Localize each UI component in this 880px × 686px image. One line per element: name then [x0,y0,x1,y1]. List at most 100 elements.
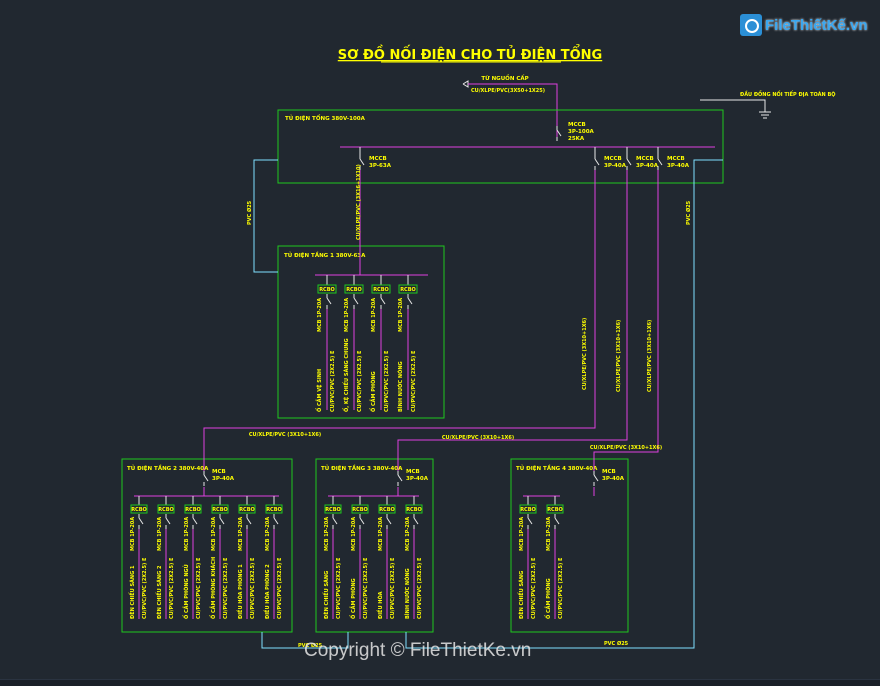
floor3-circuit-load: BÌNH NƯỚC NÓNG [403,568,411,619]
floor3-rcbo-label: RCBO [352,507,368,513]
floor2-rcbo-label: RCBO [266,507,282,513]
floor2-circuit-mcb: MCB 1P-20A [184,517,190,551]
floor3-rcbo-label: RCBO [406,507,422,513]
main-breaker-label: 3P-100A [568,129,595,135]
floor4-breaker-label: MCB [602,469,616,475]
outgoing-breaker-2-blade [594,158,600,166]
floor2-circuit-mcb: MCB 1P-20A [265,517,271,551]
floor1-circuit-cable-label: CU/PVC/PVC (2X2.5) E [330,350,336,412]
floor3-circuit-breaker-blade [386,517,392,525]
floor2-circuit-breaker-blade [165,517,171,525]
floor2-circuit-mcb: MCB 1P-20A [157,517,163,551]
riser-floor4-label: CU/XLPE/PVC (3X10+1X6) [647,320,653,392]
floor1-circuit-cable-label: CU/PVC/PVC (2X2.5) E [357,350,363,412]
floor3-circuit-load: Ổ CẮM PHÒNG [349,578,357,619]
pvc-left-label: PVC Ø25 [246,200,253,225]
floor2-circuit-breaker-blade [192,517,198,525]
copyright-watermark: Copyright © FileThietKe.vn [304,640,532,661]
schematic-canvas: SƠ ĐỒ NỐI ĐIỆN CHO TỦ ĐIỆN TỔNG TỪ NGUỒN… [121,45,836,649]
floor1-circuit-load: Ổ CẮM VỆ SINH [315,369,323,412]
drawing-title: SƠ ĐỒ NỐI ĐIỆN CHO TỦ ĐIỆN TỔNG [338,45,602,63]
floor3-circuit-breaker-blade [359,517,365,525]
floor4-panel-frame [510,458,629,633]
floor1-rcbo-label: RCBO [319,287,335,293]
floor4-panel-title: TỦ ĐIỆN TẦNG 4 380V-40A [516,463,598,472]
floor1-circuit-mcb: MCB 1P-20A [371,298,377,332]
riser-floor3-label: CU/XLPE/PVC (3X10+1X6) [616,320,622,392]
floor2-circuit-breaker-blade [138,517,144,525]
floor1-rcbo-label: RCBO [400,287,416,293]
floor1-circuit-breaker-blade [353,297,359,305]
floor2-circuit-load: Ổ CẮM PHÒNG NGỦ [182,564,190,619]
floor3-circuit-load: ĐÈN CHIẾU SÁNG [322,571,330,619]
floor4-breaker-label: 3P-40A [602,476,625,482]
floor1-circuit-load: BÌNH NƯỚC NÓNG [396,361,404,412]
floor2-circuit-cable-label: CU/PVC/PVC (2X2.5) E [250,557,256,619]
floor1-circuit-load: Ổ, KỆ CHIẾU SÁNG CHUNG [342,338,350,412]
floor4-circuit-cable-label: CU/PVC/PVC (2X2.5) E [531,557,537,619]
floor1-cable-label: CU/XLPE/PVC (3X16+1X10) [356,164,362,240]
floor2-breaker-label: 3P-40A [212,476,235,482]
floor2-circuit-mcb: MCB 1P-20A [130,517,136,551]
floor2-circuit-cable-label: CU/PVC/PVC (2X2.5) E [223,557,229,619]
floor2-circuit-load: ĐÈN CHIẾU SÁNG 1 [128,565,136,619]
diagram-elements: TỪ NGUỒN CẤP CU/XLPE/PVC(3X50+1X25) ĐẦU ĐỒ… [121,73,836,649]
floor3-circuit-mcb: MCB 1P-20A [324,517,330,551]
outgoing-breaker-1-blade [359,158,365,166]
feed-cable-label: CU/XLPE/PVC(3X50+1X25) [471,88,545,94]
logo-icon [740,14,762,36]
feed-label: TỪ NGUỒN CẤP [481,73,528,82]
floor3-breaker-label: MCB [406,469,420,475]
floor1-circuit-cable-label: CU/PVC/PVC (2X2.5) E [411,350,417,412]
outgoing-breaker-label: 3P-40A [636,163,659,169]
floor1-circuit-mcb: MCB 1P-20A [398,298,404,332]
floor2-breaker-label: MCB [212,469,226,475]
cad-drawing: SƠ ĐỒ NỐI ĐIỆN CHO TỦ ĐIỆN TỔNG TỪ NGUỒN… [0,0,880,686]
pvc-bottom-right-label: PVC Ø25 [604,640,629,647]
outgoing-breaker-label: 3P-40A [667,163,690,169]
floor1-circuit-cable-label: CU/PVC/PVC (2X2.5) E [384,350,390,412]
floor4-circuit-mcb: MCB 1P-20A [546,517,552,551]
floor2-circuit-breaker-blade [273,517,279,525]
riser-floor2-label: CU/XLPE/PVC (3X10+1X6) [582,318,588,390]
pvc-conduit-left [253,159,278,273]
floor3-rcbo-label: RCBO [325,507,341,513]
floor4-cable-label: CU/XLPE/PVC (3X10+1X6) [590,445,662,451]
cable-to-floor3 [397,170,628,471]
earth-label: ĐẦU ĐỒNG NỐI TIẾP ĐỊA TOÀN BỘ [740,89,836,98]
outgoing-breaker-4-blade [657,158,663,166]
floor1-rcbo-label: RCBO [373,287,389,293]
floor4-rcbo-label: RCBO [547,507,563,513]
floor1-circuit-mcb: MCB 1P-20A [317,298,323,332]
floor2-circuit-cable-label: CU/PVC/PVC (2X2.5) E [169,557,175,619]
floor2-circuit-cable-label: CU/PVC/PVC (2X2.5) E [196,557,202,619]
floor2-circuit-cable-label: CU/PVC/PVC (2X2.5) E [142,557,148,619]
floor1-rcbo-label: RCBO [346,287,362,293]
outgoing-breaker-label: MCCB [636,156,654,162]
floor2-circuit-load: Ổ CẮM PHÒNG KHÁCH [209,557,217,619]
outgoing-breaker-label: 3P-40A [604,163,627,169]
floor3-circuit-load: ĐIỀU HÒA [375,591,384,619]
floor4-circuit-cable-label: CU/PVC/PVC (2X2.5) E [558,557,564,619]
main-panel-title: TỦ ĐIỆN TỔNG 380V-100A [285,114,366,122]
main-breaker-symbol-blade [556,129,562,137]
floor2-circuit-breaker-blade [219,517,225,525]
floor2-circuit-cable-label: CU/PVC/PVC (2X2.5) E [277,557,283,619]
floor4-circuit-breaker-blade [554,517,560,525]
floor3-circuit-mcb: MCB 1P-20A [405,517,411,551]
floor1-circuit-load: Ổ CẮM PHÒNG [369,371,377,412]
floor2-circuit-breaker-blade [246,517,252,525]
floor3-circuit-cable-label: CU/PVC/PVC (2X2.5) E [390,557,396,619]
outgoing-breaker-label: MCCB [604,156,622,162]
floor2-circuit-load: ĐIỀU HÒA PHÒNG 2 [262,564,271,619]
floor2-main-breaker-blade [203,474,209,482]
floor3-circuit-mcb: MCB 1P-20A [378,517,384,551]
floor3-panel-title: TỦ ĐIỆN TẦNG 3 380V-40A [321,463,403,472]
main-breaker-label: 25KA [568,136,585,142]
floor1-circuit-breaker-blade [407,297,413,305]
logo-text: FileThiếtKế.vn [765,16,868,34]
outgoing-breaker-label: 3P-63A [369,163,392,169]
floor3-circuit-breaker-blade [332,517,338,525]
floor1-panel-title: TỦ ĐIỆN TẦNG 1 380V-63A [284,250,366,259]
floor3-rcbo-label: RCBO [379,507,395,513]
